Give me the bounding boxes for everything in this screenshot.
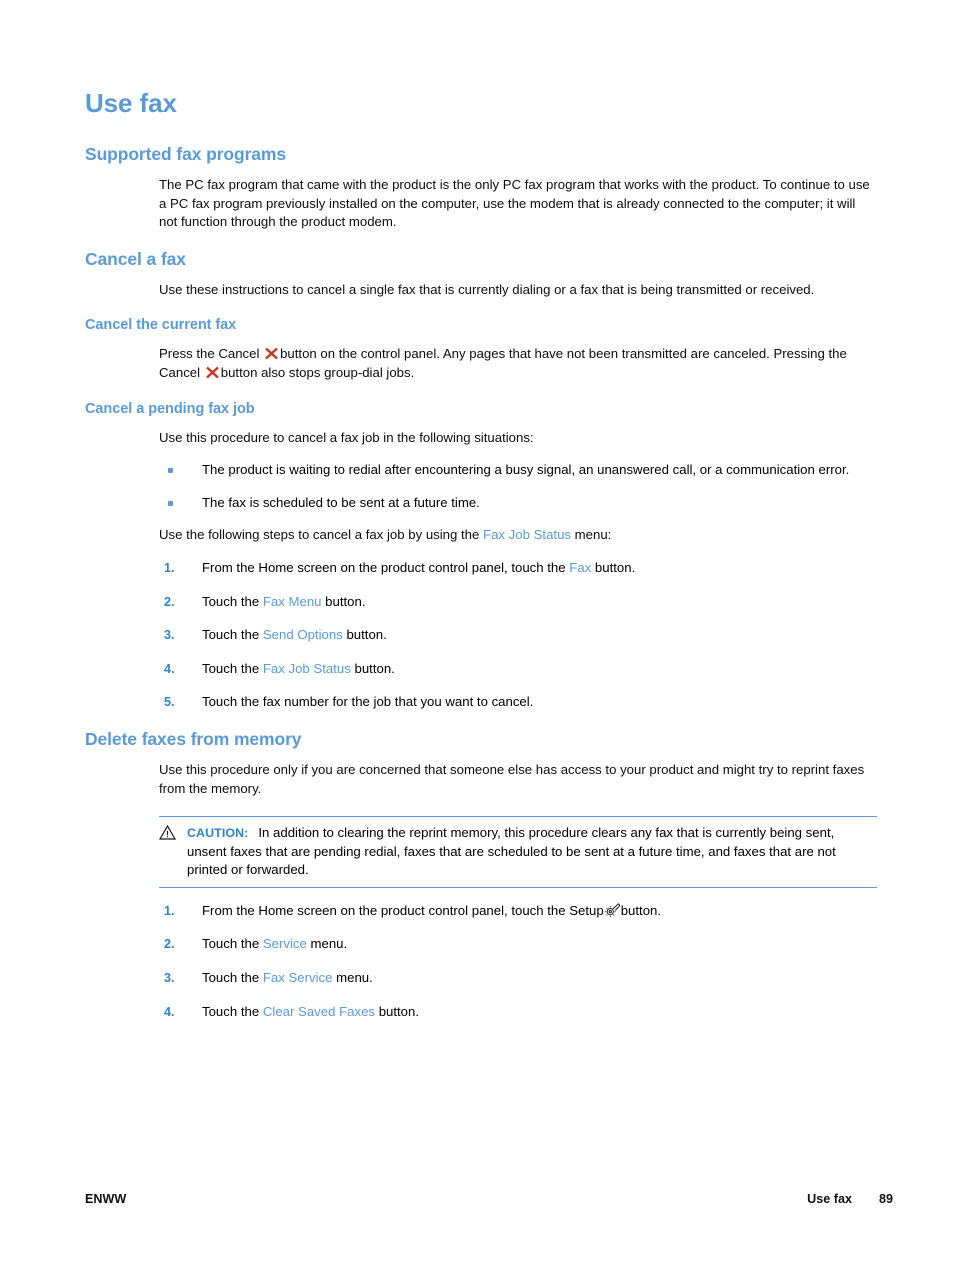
ui-term-fax-service: Fax Service — [262, 970, 333, 986]
step-text-before: From the Home screen on the product cont… — [202, 559, 566, 575]
step-number: 4. — [164, 1004, 175, 1019]
ui-term-fax-job-status: Fax Job Status — [483, 527, 571, 543]
warning-triangle-icon — [158, 824, 177, 840]
paragraph-text: The PC fax program that came with the pr… — [159, 177, 870, 230]
section-heading-supported-fax-programs: Supported fax programs — [85, 144, 287, 164]
page-title: Use fax — [85, 88, 177, 118]
paragraph-cancel-the-current-fax: Press the Cancel button on the control p… — [159, 345, 875, 382]
step-text-after: menu. — [336, 970, 373, 986]
list-item: 5. Touch the fax number for the job that… — [159, 693, 875, 712]
caution-content: CAUTION: In addition to clearing the repr… — [158, 824, 877, 880]
subsection-heading-cancel-the-current-fax: Cancel the current fax — [85, 317, 237, 334]
section-heading-delete-faxes-from-memory: Delete faxes from memory — [85, 728, 302, 749]
caution-label: CAUTION: — [187, 826, 249, 841]
step-number: 1. — [164, 903, 175, 918]
paragraph-steps-intro: Use the following steps to cancel a fax … — [159, 526, 875, 545]
list-item: 3. Touch the Send Options button. — [159, 626, 875, 645]
step-text-after: button. — [378, 1003, 420, 1019]
step-text-before: From the Home screen on the product cont… — [202, 902, 604, 918]
cancel-x-icon — [264, 347, 279, 360]
step-text-after: button. — [620, 902, 662, 918]
steps-intro-part-b: menu: — [574, 527, 612, 543]
list-item: The fax is scheduled to be sent at a fut… — [159, 494, 875, 513]
caution-callout: CAUTION: In addition to clearing the repr… — [158, 816, 877, 888]
step-text-before: Touch the — [202, 936, 260, 952]
bullet-icon — [168, 500, 173, 506]
step-number: 2. — [164, 594, 175, 609]
list-item: The product is waiting to redial after e… — [159, 461, 875, 480]
step-text-before: Touch the — [202, 970, 260, 986]
list-item: 1. From the Home screen on the product c… — [159, 559, 875, 578]
step-text-before: Touch the — [202, 593, 260, 609]
subsection-heading-cancel-a-pending-fax-job: Cancel a pending fax job — [85, 400, 255, 417]
step-text-after: button. — [354, 660, 395, 676]
step-number: 5. — [164, 695, 175, 710]
paragraph-supported-fax-programs: The PC fax program that came with the pr… — [159, 176, 875, 232]
footer-locale-label: ENWW — [85, 1192, 127, 1206]
cancel-text-part-c: button also stops group-dial jobs. — [220, 364, 415, 380]
step-number: 3. — [164, 971, 175, 986]
step-text-after: button. — [346, 627, 387, 643]
list-item: 2. Touch the Fax Menu button. — [159, 593, 875, 612]
page-footer: ENWW Use fax 89 — [85, 1192, 893, 1206]
list-item: 4. Touch the Fax Job Status button. — [159, 660, 875, 679]
paragraph-cancel-pending-intro: Use this procedure to cancel a fax job i… — [159, 429, 875, 448]
ui-term-fax-job-status: Fax Job Status — [262, 660, 351, 676]
steps-intro-part-a: Use the following steps to cancel a fax … — [159, 527, 480, 543]
cancel-x-icon — [205, 366, 220, 379]
step-text-before: Touch the — [202, 660, 260, 676]
paragraph-text: Use this procedure only if you are conce… — [159, 761, 865, 796]
step-text-before: Touch the fax number for the job that yo… — [202, 694, 534, 710]
step-number: 1. — [164, 560, 175, 575]
cancel-text-part-a: Press the Cancel — [159, 346, 260, 362]
step-number: 2. — [164, 937, 175, 952]
step-text-after: button. — [325, 593, 366, 609]
list-item-text: The fax is scheduled to be sent at a fut… — [202, 494, 480, 510]
ui-term-fax: Fax — [569, 559, 592, 575]
ui-term-fax-menu: Fax Menu — [262, 593, 322, 609]
setup-wrench-gear-icon — [604, 903, 620, 917]
paragraph-text: Press the Cancel button on the control p… — [159, 345, 875, 382]
step-text-before: Touch the — [202, 1003, 260, 1019]
list-item-text: The product is waiting to redial after e… — [202, 462, 850, 478]
footer-chapter-label: Use fax — [807, 1192, 852, 1206]
paragraph-text: Use the following steps to cancel a fax … — [159, 526, 875, 545]
list-item: 1. From the Home screen on the product c… — [159, 902, 875, 921]
numbered-list-delete-faxes-steps: 1. From the Home screen on the product c… — [159, 902, 875, 1021]
list-item: 3. Touch the Fax Service menu. — [159, 969, 875, 988]
ui-term-service: Service — [262, 936, 307, 952]
paragraph-cancel-a-fax: Use these instructions to cancel a singl… — [159, 281, 875, 300]
step-number: 3. — [164, 628, 175, 643]
footer-right-group: Use fax 89 — [807, 1192, 893, 1206]
ui-term-clear-saved-faxes: Clear Saved Faxes — [262, 1003, 376, 1019]
step-number: 4. — [164, 661, 175, 676]
caution-text: In addition to clearing the reprint memo… — [187, 825, 836, 878]
footer-page-number: 89 — [878, 1192, 893, 1206]
list-item: 4. Touch the Clear Saved Faxes button. — [159, 1003, 875, 1022]
section-heading-cancel-a-fax: Cancel a fax — [85, 248, 186, 269]
page-content: Use fax Supported fax programs The PC fa… — [85, 88, 880, 1021]
paragraph-text: Use these instructions to cancel a singl… — [159, 281, 815, 297]
step-text-after: menu. — [310, 936, 348, 952]
list-item: 2. Touch the Service menu. — [159, 935, 875, 954]
numbered-list-cancel-pending-steps: 1. From the Home screen on the product c… — [159, 559, 875, 712]
bullet-list-pending-situations: The product is waiting to redial after e… — [159, 461, 875, 512]
step-text-after: button. — [594, 559, 636, 575]
step-text-before: Touch the — [202, 627, 260, 643]
bullet-icon — [168, 468, 173, 474]
document-page: Use fax Supported fax programs The PC fa… — [0, 0, 954, 1270]
paragraph-delete-faxes: Use this procedure only if you are conce… — [159, 761, 875, 798]
paragraph-text: Use this procedure to cancel a fax job i… — [159, 429, 534, 445]
ui-term-send-options: Send Options — [262, 627, 343, 643]
